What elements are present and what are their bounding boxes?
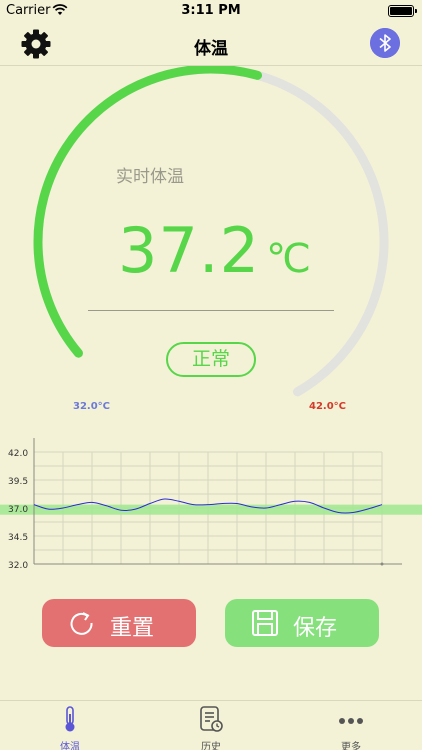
- tab-bar: 体温 历史 更多: [0, 700, 422, 750]
- tab-more[interactable]: 更多: [291, 701, 411, 750]
- reset-button-label: 重置: [110, 616, 155, 641]
- save-button-label: 保存: [293, 616, 338, 641]
- x-axis-end-dot: [380, 562, 384, 566]
- more-dots-icon: [339, 718, 363, 724]
- bluetooth-icon[interactable]: [370, 28, 400, 58]
- realtime-label: 实时体温: [116, 167, 184, 187]
- status-bar: Carrier 3:11 PM: [0, 0, 422, 22]
- temperature-value: 37.2: [118, 214, 261, 287]
- y-tick-label: 37.0: [8, 505, 28, 515]
- tab-history[interactable]: 历史: [151, 701, 271, 750]
- normal-range-band: [0, 504, 422, 515]
- nav-bar: 体温: [0, 22, 422, 66]
- clock: 3:11 PM: [181, 3, 241, 18]
- status-badge: 正常: [166, 342, 256, 377]
- temperature-gauge: 实时体温 37.2 ℃ 正常 32.0°C 42.0°C: [0, 66, 422, 426]
- y-tick-label: 39.5: [8, 477, 28, 487]
- tab-more-label: 更多: [341, 742, 361, 750]
- page-title: 体温: [194, 39, 228, 59]
- thermometer-icon: [65, 706, 75, 732]
- gauge-min-label: 32.0°C: [73, 401, 111, 412]
- tab-temperature[interactable]: 体温: [10, 701, 130, 750]
- divider: [88, 310, 334, 311]
- gauge-max-label: 42.0°C: [309, 401, 347, 412]
- tab-temperature-label: 体温: [60, 742, 80, 750]
- y-tick-label: 32.0: [8, 561, 28, 571]
- y-tick-label: 42.0: [8, 449, 28, 459]
- battery-icon: [388, 5, 417, 17]
- temperature-chart: 42.0 39.5 37.0 34.5 32.0: [0, 438, 422, 571]
- reset-button[interactable]: 重置: [42, 599, 196, 647]
- y-tick-label: 34.5: [8, 533, 28, 543]
- save-button[interactable]: 保存: [225, 599, 379, 647]
- refresh-icon: [70, 612, 93, 635]
- tab-history-label: 历史: [201, 742, 221, 750]
- history-icon: [200, 706, 223, 732]
- temperature-unit: ℃: [266, 236, 311, 282]
- save-disk-icon: [252, 610, 278, 636]
